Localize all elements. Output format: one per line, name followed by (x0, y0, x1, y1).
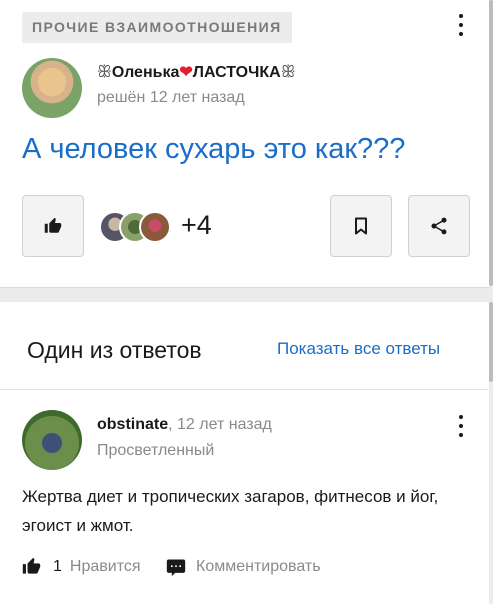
answer-likes-count: 1 (53, 557, 62, 575)
answer-author-rank: Просветленный (97, 442, 215, 459)
thumbs-up-icon (22, 557, 41, 574)
likers-more-count[interactable]: +4 (181, 210, 212, 241)
answers-section-heading: Один из ответов (27, 337, 202, 363)
like-button[interactable] (22, 195, 84, 257)
heart-icon: ❤ (179, 64, 193, 81)
answer-comment-label: Комментировать (196, 558, 321, 575)
question-meta: решён 12 лет назад (97, 89, 245, 106)
thumbs-up-icon (44, 217, 62, 233)
answer-author-name[interactable]: obstinate (97, 416, 168, 433)
author-decoration-left: ꕥ (97, 64, 112, 81)
share-icon (431, 217, 447, 235)
bookmark-button[interactable] (330, 195, 392, 257)
comment-icon (166, 559, 186, 577)
answer-like-label: Нравится (69, 557, 141, 575)
answer-menu-icon[interactable] (455, 415, 467, 437)
answer-like-action[interactable]: 1 Нравится (22, 557, 141, 576)
answer-author-avatar[interactable] (22, 410, 82, 470)
answer-author-line: obstinate, 12 лет назад (97, 416, 272, 434)
answer-scrollbar[interactable] (489, 302, 493, 382)
question-scrollbar[interactable] (489, 0, 493, 286)
answer-time: , 12 лет назад (168, 416, 272, 433)
question-author-name[interactable]: ꕥОленька❤ЛАСТОЧКАꕥ (97, 62, 296, 82)
author-decoration-right: ꕥ (280, 64, 296, 81)
section-divider (0, 389, 489, 390)
bookmark-icon (355, 217, 367, 235)
author-name-part1: Оленька (111, 64, 180, 81)
author-name-part2: ЛАСТОЧКА (192, 64, 281, 81)
answer-comment-action[interactable]: Комментировать (166, 557, 321, 577)
share-button[interactable] (408, 195, 470, 257)
category-tag[interactable]: ПРОЧИЕ ВЗАИМООТНОШЕНИЯ (22, 12, 292, 43)
answer-text: Жертва диет и тропических загаров, фитне… (22, 487, 439, 535)
show-all-answers-link[interactable]: Показать все ответы (277, 339, 440, 359)
question-menu-icon[interactable] (455, 14, 467, 36)
question-author-avatar[interactable] (22, 58, 82, 118)
likers-avatars[interactable] (99, 211, 173, 243)
question-title[interactable]: А человек сухарь это как??? (22, 133, 405, 166)
question-card: ПРОЧИЕ ВЗАИМООТНОШЕНИЯ ꕥОленька❤ЛАСТОЧКА… (0, 0, 489, 288)
liker-avatar (139, 211, 171, 243)
